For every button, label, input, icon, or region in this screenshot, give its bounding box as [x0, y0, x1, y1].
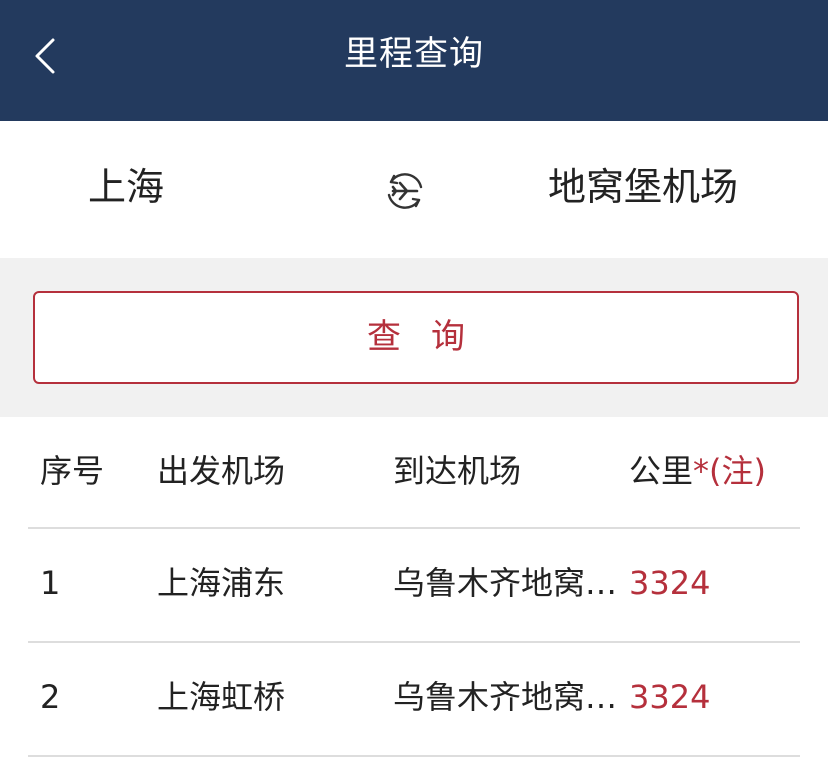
page-title: 里程查询 — [344, 34, 484, 74]
swap-route-button[interactable] — [384, 170, 426, 212]
note-link[interactable]: *(注) — [693, 452, 766, 490]
top-nav-bar: 里程查询 — [0, 0, 828, 121]
row-departure: 上海虹桥 — [157, 678, 286, 716]
row-no: 1 — [40, 564, 61, 602]
row-arrival: 乌鲁木齐地窝堡机场 — [393, 678, 620, 716]
route-selector: 上海 地窝堡机场 — [0, 121, 828, 258]
table-row[interactable]: 2 上海虹桥 乌鲁木齐地窝堡机场 3324 — [28, 643, 800, 757]
column-header-arrival: 到达机场 — [393, 452, 522, 490]
row-km: 3324 — [629, 678, 711, 716]
results-table: 序号 出发机场 到达机场 公里*(注) 1 上海浦东 乌鲁木齐地窝堡机场 332… — [0, 417, 828, 757]
column-header-km: 公里*(注) — [629, 417, 766, 527]
row-no: 2 — [40, 678, 61, 716]
column-header-km-label: 公里 — [629, 452, 694, 490]
departure-city[interactable]: 上海 — [88, 121, 164, 258]
search-section: 查询 — [0, 258, 828, 417]
row-arrival: 乌鲁木齐地窝堡机场 — [393, 564, 620, 602]
column-header-departure: 出发机场 — [157, 452, 286, 490]
column-header-no: 序号 — [40, 452, 105, 490]
plane-swap-icon — [387, 173, 423, 209]
search-button[interactable]: 查询 — [33, 291, 799, 384]
arrival-city[interactable]: 地窝堡机场 — [548, 121, 738, 258]
row-departure: 上海浦东 — [157, 564, 286, 602]
table-row[interactable]: 1 上海浦东 乌鲁木齐地窝堡机场 3324 — [28, 529, 800, 643]
table-header: 序号 出发机场 到达机场 公里*(注) — [28, 417, 800, 529]
row-km: 3324 — [629, 564, 711, 602]
